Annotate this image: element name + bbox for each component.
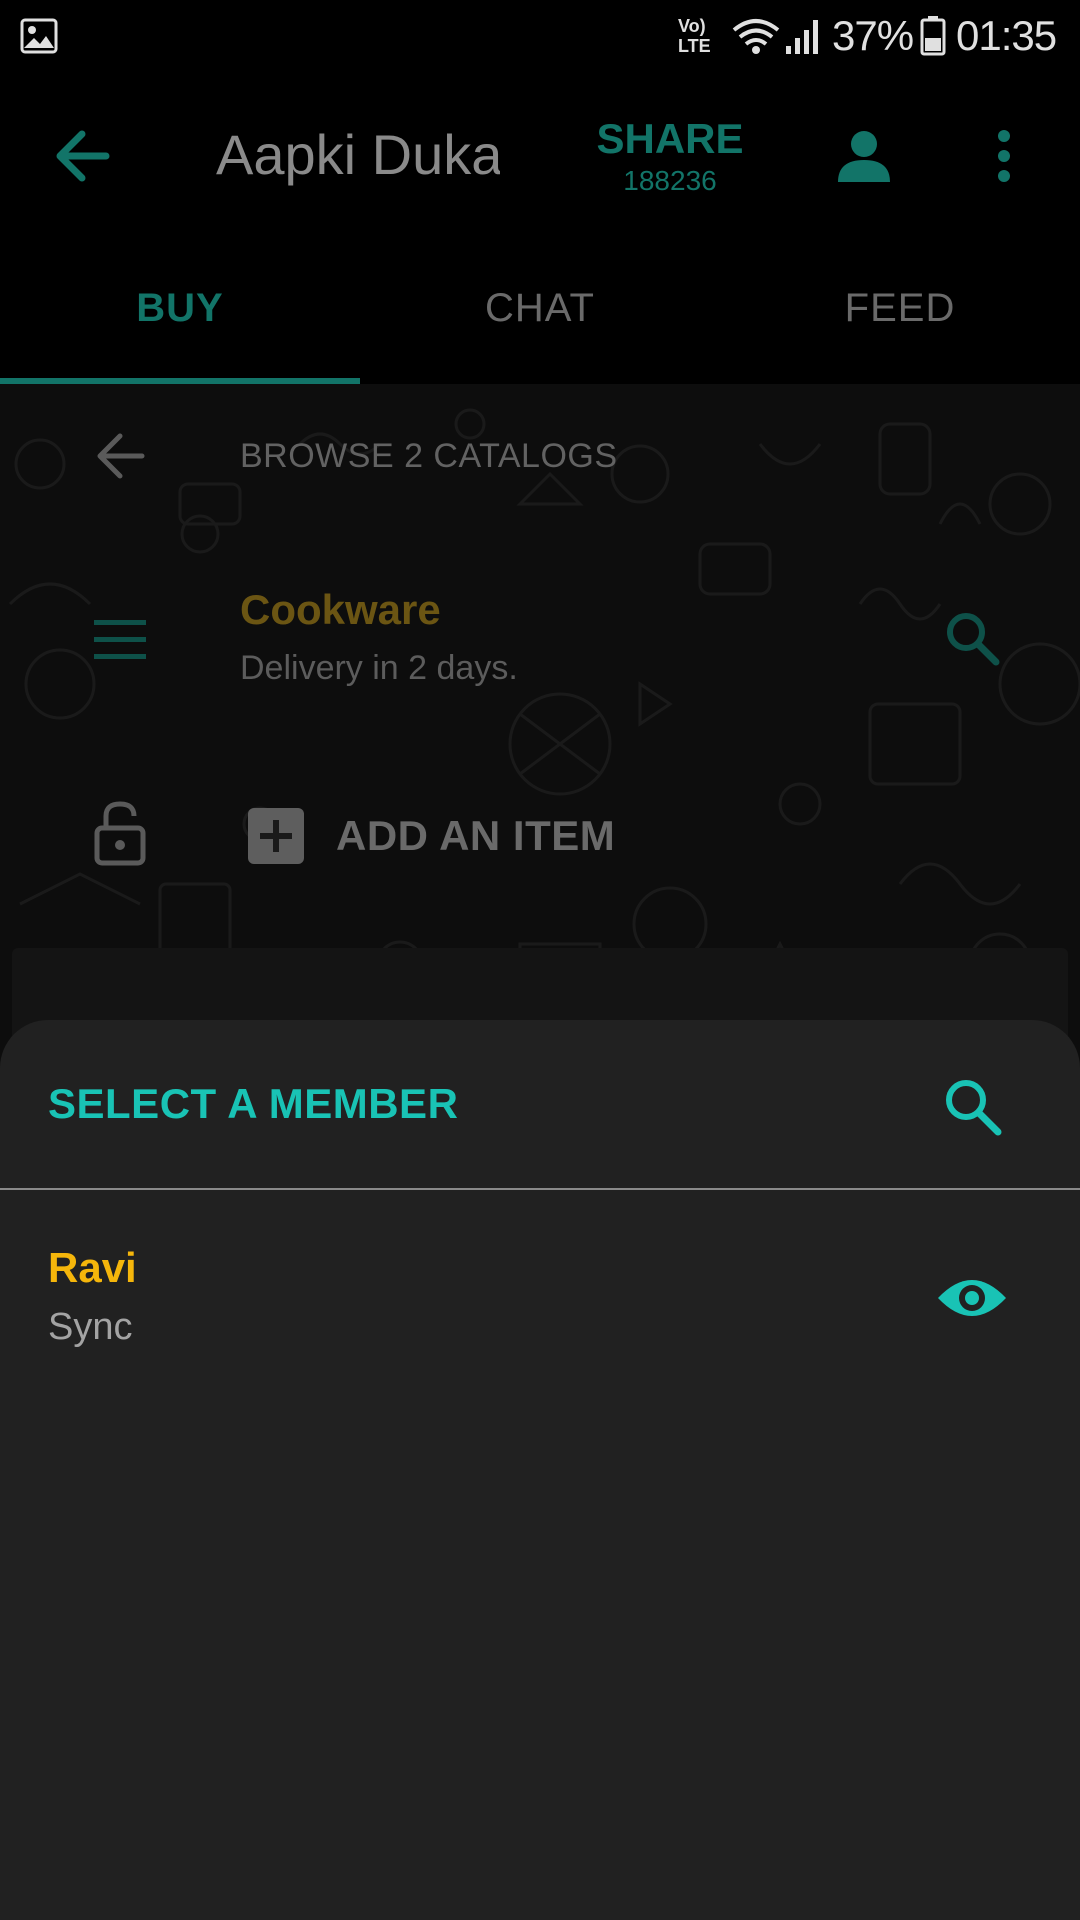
shop-title: Aapki Duka xyxy=(216,123,500,186)
sheet-title: SELECT A MEMBER xyxy=(48,1080,459,1127)
battery-icon xyxy=(920,16,946,56)
volte-icon: Vo) LTE xyxy=(678,16,711,56)
tab-buy[interactable]: BUY xyxy=(0,240,360,380)
browse-catalogs-row[interactable]: BROWSE 2 CATALOGS xyxy=(0,404,1080,504)
share-button[interactable]: SHARE 188236 xyxy=(580,114,760,198)
catalog-name: Cookware xyxy=(240,586,441,633)
more-vert-icon[interactable] xyxy=(992,128,1016,184)
battery-percent: 37% xyxy=(832,12,914,59)
menu-icon[interactable] xyxy=(92,614,148,666)
unlock-icon[interactable] xyxy=(94,800,146,866)
screen: Vo) LTE 37% 01:35 Aapki Duka SHARE 18823… xyxy=(0,0,1080,1920)
status-bar: Vo) LTE 37% 01:35 xyxy=(0,0,1080,72)
member-list-item[interactable]: Ravi Sync xyxy=(0,1240,1080,1370)
member-name: Ravi xyxy=(48,1244,137,1291)
app-bar: Aapki Duka SHARE 188236 xyxy=(0,72,1080,240)
clock: 01:35 xyxy=(956,12,1057,59)
add-box-icon[interactable] xyxy=(248,808,304,864)
share-label: SHARE xyxy=(596,115,744,162)
wifi-icon xyxy=(732,19,780,54)
person-icon[interactable] xyxy=(836,128,892,184)
gallery-icon xyxy=(20,18,58,54)
search-icon[interactable] xyxy=(944,610,1000,666)
tab-chat[interactable]: CHAT xyxy=(360,240,720,380)
browse-catalogs-label: BROWSE 2 CATALOGS xyxy=(240,437,618,475)
eye-icon[interactable] xyxy=(936,1274,1008,1322)
catalog-delivery-info: Delivery in 2 days. xyxy=(240,649,518,687)
tab-feed[interactable]: FEED xyxy=(720,240,1080,380)
back-arrow-icon[interactable] xyxy=(52,128,112,184)
add-item-row[interactable]: ADD AN ITEM xyxy=(0,784,1080,894)
member-status: Sync xyxy=(48,1306,133,1348)
signal-icon xyxy=(786,20,818,54)
search-icon[interactable] xyxy=(942,1076,1002,1136)
sheet-header: SELECT A MEMBER xyxy=(0,1020,1080,1188)
svg-text:LTE: LTE xyxy=(678,36,711,56)
divider xyxy=(0,1188,1080,1190)
tab-bar: BUY CHAT FEED xyxy=(0,240,1080,384)
select-member-sheet: SELECT A MEMBER Ravi Sync xyxy=(0,1020,1080,1920)
back-arrow-icon[interactable] xyxy=(94,432,146,480)
share-code: 188236 xyxy=(623,165,717,196)
svg-text:Vo): Vo) xyxy=(678,16,706,36)
add-item-label: ADD AN ITEM xyxy=(336,812,616,859)
catalog-row[interactable]: Cookware Delivery in 2 days. xyxy=(0,574,1080,714)
